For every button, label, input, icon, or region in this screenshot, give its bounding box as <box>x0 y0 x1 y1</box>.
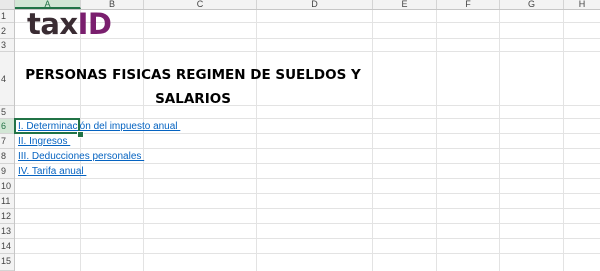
gridline <box>563 10 564 271</box>
gridline <box>15 208 600 209</box>
column-header-c[interactable]: C <box>144 0 257 9</box>
column-header-d[interactable]: D <box>257 0 373 9</box>
row-header[interactable]: 10 <box>0 179 14 194</box>
row-header[interactable]: 7 <box>0 134 14 149</box>
row-header[interactable]: 2 <box>0 23 14 39</box>
row-header[interactable]: 6 <box>0 119 14 134</box>
link-deducciones-personales[interactable]: III. Deducciones personales <box>18 151 144 162</box>
gridline <box>15 178 600 179</box>
sheet-title-line-1: PERSONAS FISICAS REGIMEN DE SUELDOS Y <box>25 67 361 83</box>
gridline <box>15 148 600 149</box>
gridline <box>80 10 81 271</box>
column-header-h[interactable]: H <box>564 0 600 9</box>
row-header[interactable]: 9 <box>0 164 14 179</box>
select-all-corner[interactable] <box>0 0 15 9</box>
gridline <box>436 10 437 271</box>
gridline <box>15 51 600 52</box>
row-header[interactable]: 3 <box>0 39 14 52</box>
gridline <box>372 10 373 271</box>
row-header[interactable]: 11 <box>0 194 14 209</box>
gridline <box>143 10 144 271</box>
gridline <box>15 163 600 164</box>
active-cell-a6[interactable] <box>14 118 80 134</box>
logo-text-id: ID <box>77 7 112 41</box>
column-header-e[interactable]: E <box>373 0 437 9</box>
row-header[interactable]: 5 <box>0 106 14 119</box>
column-header-f[interactable]: F <box>437 0 500 9</box>
gridline <box>499 10 500 271</box>
row-header[interactable]: 12 <box>0 209 14 224</box>
gridline <box>15 133 600 134</box>
link-ingresos[interactable]: II. Ingresos <box>18 136 70 147</box>
logo-text-tax: tax <box>27 7 78 41</box>
row-header[interactable]: 15 <box>0 254 14 271</box>
taxid-logo: taxID <box>27 10 112 39</box>
gridline <box>15 118 600 119</box>
gridline <box>15 238 600 239</box>
gridline <box>15 223 600 224</box>
fill-handle[interactable] <box>77 131 84 138</box>
gridline <box>256 10 257 271</box>
link-tarifa-anual[interactable]: IV. Tarifa anual <box>18 166 86 177</box>
row-header[interactable]: 1 <box>0 10 14 23</box>
row-header[interactable]: 13 <box>0 224 14 239</box>
spreadsheet-grid: A B C D E F G H 1 2 3 4 5 6 7 8 9 10 11 … <box>0 0 600 271</box>
row-header[interactable]: 8 <box>0 149 14 164</box>
sheet-title-line-2: SALARIOS <box>155 91 231 107</box>
row-header[interactable]: 4 <box>0 52 14 106</box>
row-header[interactable]: 14 <box>0 239 14 254</box>
gridline <box>15 193 600 194</box>
column-header-g[interactable]: G <box>500 0 564 9</box>
gridline <box>15 253 600 254</box>
